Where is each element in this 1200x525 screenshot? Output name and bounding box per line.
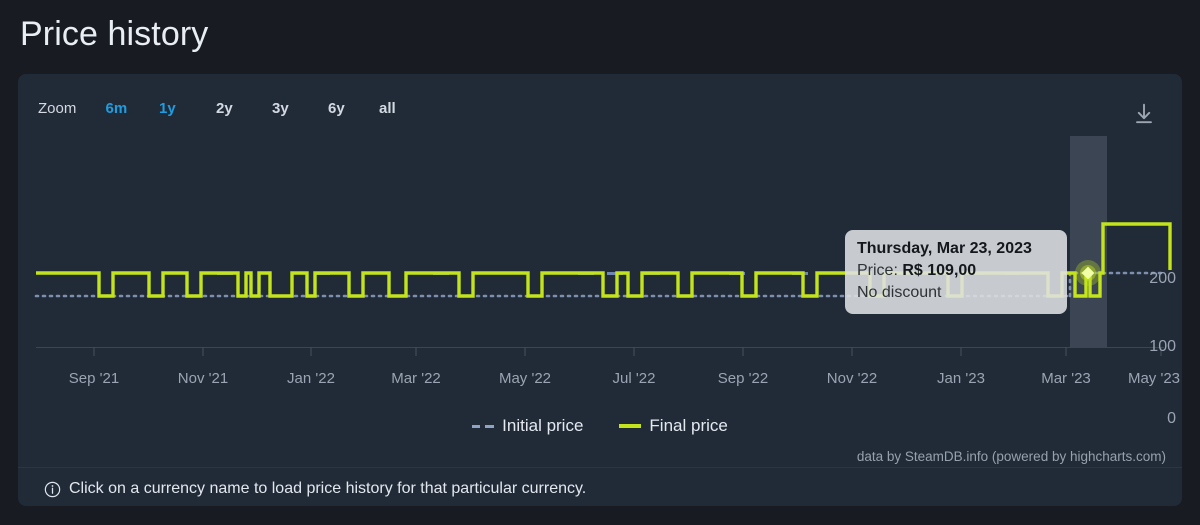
chart-tooltip: Thursday, Mar 23, 2023 Price: R$ 109,00 … <box>845 230 1067 314</box>
legend-item-initial-price[interactable]: Initial price <box>472 416 583 436</box>
chart-credits[interactable]: data by SteamDB.info (powered by highcha… <box>857 449 1166 464</box>
chart-x-ticks <box>93 347 1162 356</box>
x-axis-label-nov-21: Nov '21 <box>177 370 229 387</box>
x-axis-label-sep-22: Sep '22 <box>717 370 769 387</box>
legend-dashed-line-icon <box>472 424 495 428</box>
x-axis-label-mar-22: Mar '22 <box>391 370 441 387</box>
chart-selected-point-marker <box>1075 260 1101 286</box>
x-axis-label-nov-22: Nov '22 <box>826 370 878 387</box>
page-title: Price history <box>20 15 209 53</box>
legend-label-initial-price: Initial price <box>502 416 584 435</box>
y-axis-label-100: 100 <box>1149 338 1176 355</box>
tooltip-price: Price: R$ 109,00 <box>857 260 1055 282</box>
price-history-card: Zoom 6m 1y 2y 3y 6y all 200 100 0 Sep '2… <box>18 74 1182 506</box>
legend-label-final-price: Final price <box>649 416 728 435</box>
legend-item-final-price[interactable]: Final price <box>619 416 728 436</box>
currency-hint-text: Click on a currency name to load price h… <box>69 480 587 497</box>
tooltip-price-label: Price: <box>857 262 898 279</box>
info-circle-icon <box>44 481 61 497</box>
x-axis-label-jan-22: Jan '22 <box>287 370 335 387</box>
x-axis-label-jan-23: Jan '23 <box>937 370 985 387</box>
currency-hint: Click on a currency name to load price h… <box>44 472 586 506</box>
tooltip-date: Thursday, Mar 23, 2023 <box>857 240 1032 257</box>
legend-solid-line-icon <box>619 424 642 428</box>
x-axis-label-sep-21: Sep '21 <box>68 370 120 387</box>
x-axis-label-jul-22: Jul '22 <box>612 370 656 387</box>
y-axis-label-200: 200 <box>1149 270 1176 287</box>
tooltip-price-value: R$ 109,00 <box>902 262 977 279</box>
chart-legend: Initial price Final price <box>18 416 1182 436</box>
x-axis-label-may-23: May '23 <box>1127 370 1181 387</box>
tooltip-discount: No discount <box>857 284 942 301</box>
x-axis-label-may-22: May '22 <box>498 370 552 387</box>
card-divider <box>18 467 1182 468</box>
x-axis-label-mar-23: Mar '23 <box>1041 370 1091 387</box>
